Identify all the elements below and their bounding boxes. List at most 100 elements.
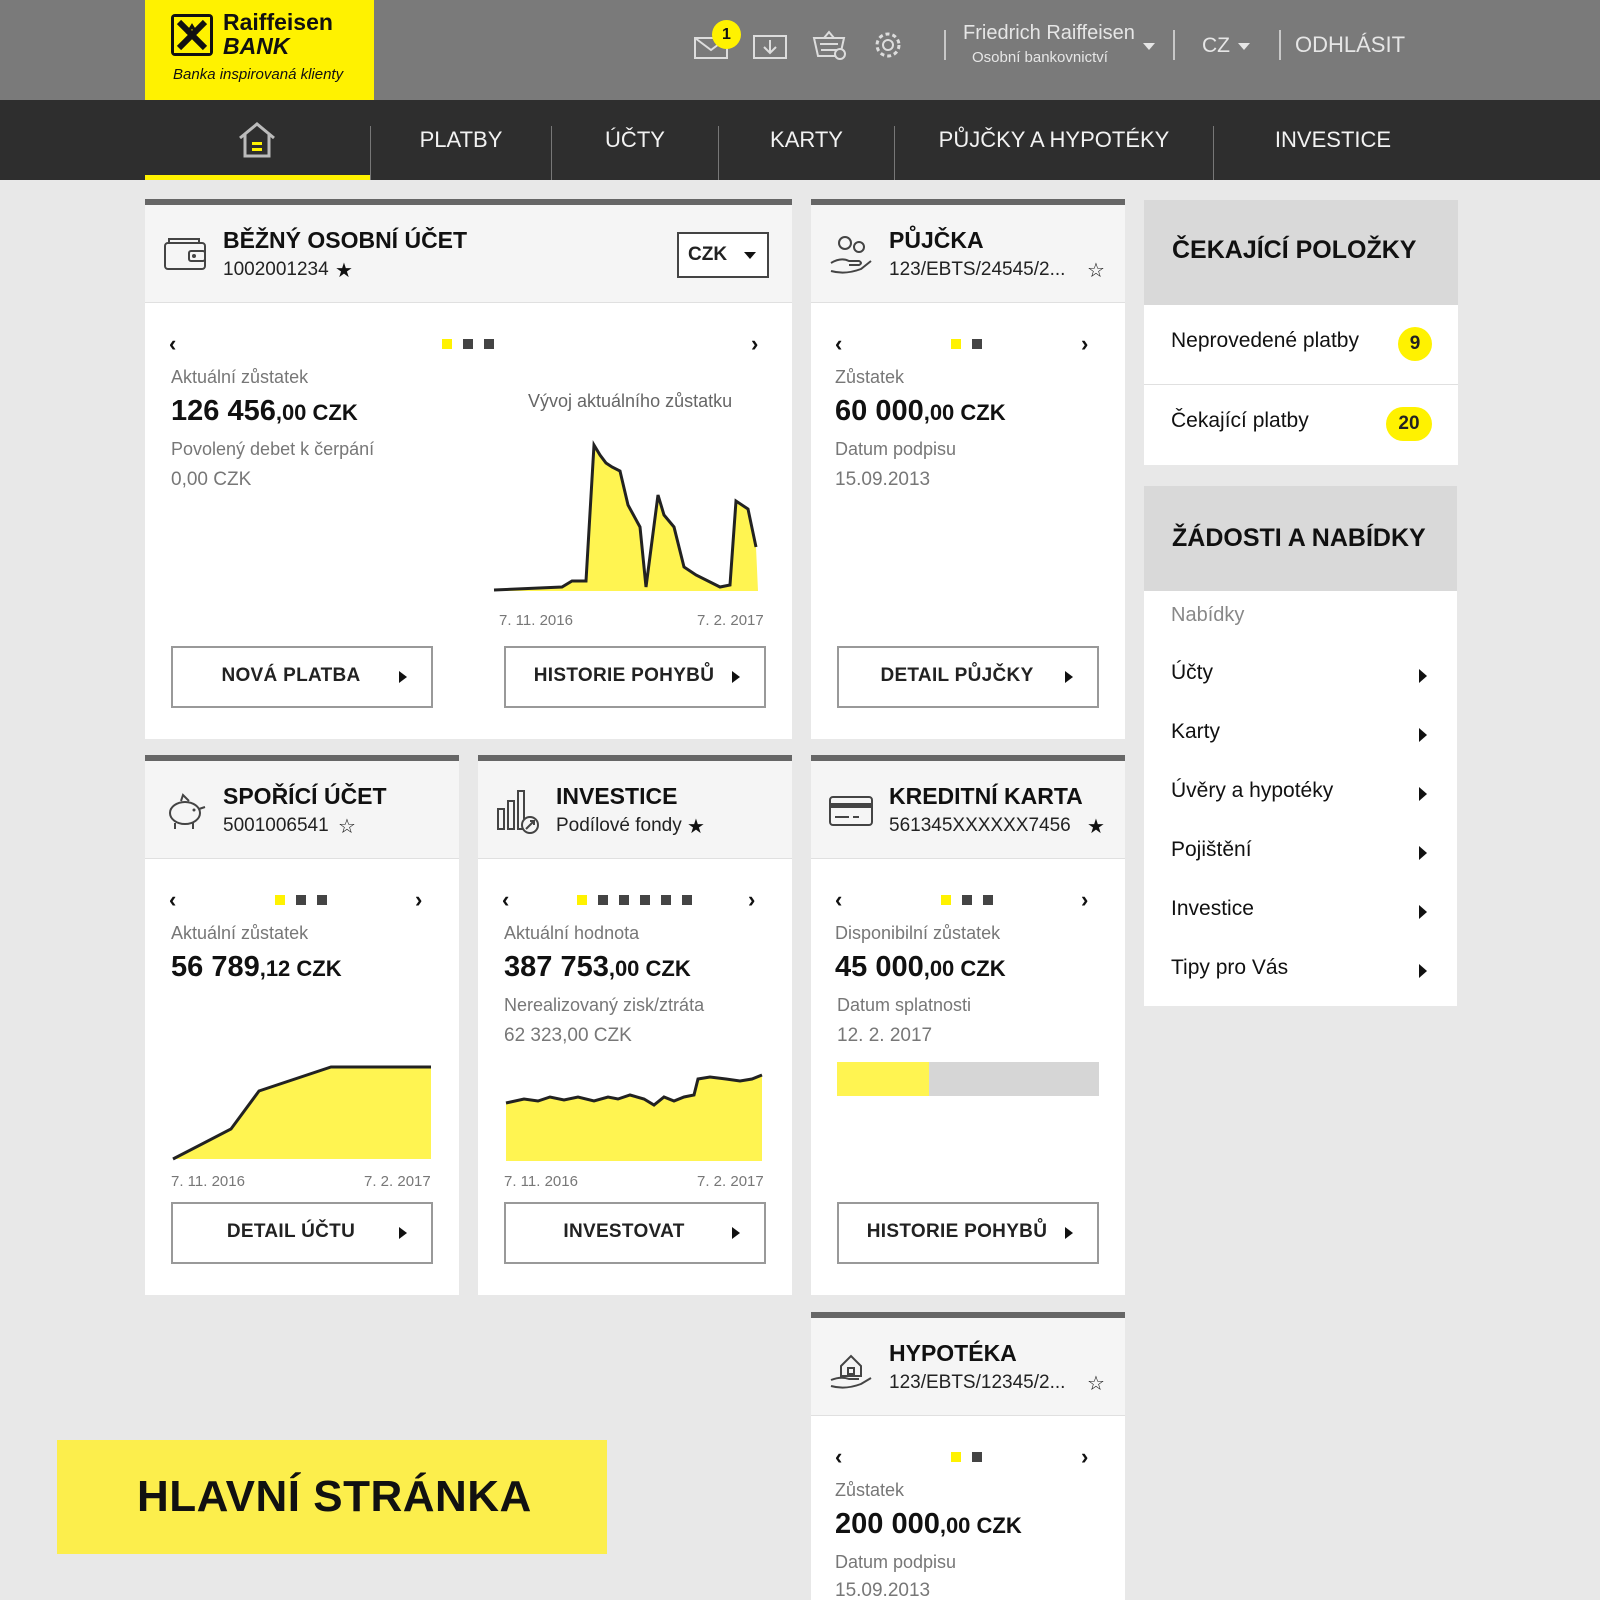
pending-row-waiting[interactable]: Čekající platby 20 [1144,384,1458,462]
prev-arrow-icon[interactable]: ‹ [835,1444,842,1470]
carousel-dot[interactable] [962,895,972,905]
carousel-dot[interactable] [317,895,327,905]
chevron-right-icon [732,671,740,683]
carousel-dot-active[interactable] [951,1452,961,1462]
nav-item-pujcky[interactable]: PŮJČKY A HYPOTÉKY [895,100,1213,180]
prev-arrow-icon[interactable]: ‹ [502,887,509,913]
invest-button[interactable]: INVESTOVAT [504,1202,766,1264]
carousel-dot[interactable] [296,895,306,905]
carousel-dot[interactable] [484,339,494,349]
carousel-dots[interactable] [951,1452,982,1462]
button-label: DETAIL ÚČTU [226,1221,356,1242]
carousel-dot[interactable] [682,895,692,905]
carousel-dot-active[interactable] [951,339,961,349]
offer-item-investice[interactable]: Investice [1144,887,1457,937]
basket-icon[interactable] [810,28,848,62]
language-selector[interactable]: CZ [1202,34,1230,58]
prev-arrow-icon[interactable]: ‹ [169,331,176,357]
next-arrow-icon[interactable]: › [415,887,422,913]
nav-item-ucty[interactable]: ÚČTY [552,100,718,180]
balance-main: 200 000 [835,1508,940,1540]
card-header: INVESTICE Podílové fondy ★ [478,761,792,859]
carousel-dot[interactable] [640,895,650,905]
carousel-dot-active[interactable] [941,895,951,905]
loan-detail-button[interactable]: DETAIL PŮJČKY [837,646,1099,708]
pending-row-unprocessed[interactable]: Neprovedené platby 9 [1144,305,1458,383]
piggy-bank-icon [169,793,206,829]
signing-date-label: Datum podpisu [835,1552,957,1572]
carousel-dot-active[interactable] [275,895,285,905]
favorite-star-icon[interactable]: ★ [1087,814,1105,839]
offer-item-uvery[interactable]: Úvěry a hypotéky [1144,769,1457,819]
currency-select[interactable]: CZK [677,232,769,278]
carousel-dot[interactable] [463,339,473,349]
new-payment-button[interactable]: NOVÁ PLATBA [171,646,433,708]
favorite-star-icon[interactable]: ★ [335,258,353,283]
chevron-right-icon [399,671,407,683]
language-chevron-icon[interactable] [1238,43,1250,50]
carousel-dot-active[interactable] [577,895,587,905]
carousel-dot[interactable] [661,895,671,905]
carousel-dots[interactable] [577,895,692,905]
carousel-dot[interactable] [619,895,629,905]
prev-arrow-icon[interactable]: ‹ [835,887,842,913]
user-menu-chevron-icon[interactable] [1143,43,1155,50]
gear-icon[interactable] [869,28,907,62]
credit-utilization-bar [837,1062,1099,1096]
logout-link[interactable]: ODHLÁSIT [1295,32,1405,58]
chart-x-start: 7. 11. 2016 [499,612,573,629]
bank-logo[interactable]: Raiffeisen BANK Banka inspirovaná klient… [145,0,374,100]
carousel-dot[interactable] [598,895,608,905]
offer-label: Karty [1171,720,1221,743]
prev-arrow-icon[interactable]: ‹ [169,887,176,913]
carousel-dots[interactable] [941,895,993,905]
download-icon[interactable] [751,28,789,62]
chevron-right-icon [732,1227,740,1239]
favorite-star-icon[interactable]: ☆ [1087,258,1105,283]
account-detail-button[interactable]: DETAIL ÚČTU [171,1202,433,1264]
balance-main: 126 456 [171,395,276,427]
card-header: PŮJČKA 123/EBTS/24545/2... ☆ [811,205,1125,303]
signing-date-value: 15.09.2013 [835,1580,931,1600]
carousel-dot-active[interactable] [442,339,452,349]
carousel-dot[interactable] [972,339,982,349]
transaction-history-button[interactable]: HISTORIE POHYBŮ [504,646,766,708]
chart-x-start: 7. 11. 2016 [504,1173,578,1190]
loan-card: PŮJČKA 123/EBTS/24545/2... ☆ ‹ › Zůstate… [811,199,1125,739]
carousel-dots[interactable] [442,339,494,349]
nav-item-investice[interactable]: INVESTICE [1214,100,1452,180]
next-arrow-icon[interactable]: › [1081,887,1088,913]
favorite-star-icon[interactable]: ★ [687,814,705,839]
pending-row-label: Čekající platby [1171,409,1309,432]
carousel-dot[interactable] [972,1452,982,1462]
balance-main: 45 000 [835,951,924,983]
next-arrow-icon[interactable]: › [1081,1444,1088,1470]
savings-account-card: SPOŘÍCÍ ÚČET 5001006541 ☆ ‹ › Aktuální z… [145,755,459,1295]
transaction-history-button[interactable]: HISTORIE POHYBŮ [837,1202,1099,1264]
carousel-dots[interactable] [951,339,982,349]
unrealized-pl-label: Nerealizovaný zisk/ztráta [504,995,705,1015]
offer-item-karty[interactable]: Karty [1144,710,1457,760]
offer-item-ucty[interactable]: Účty [1144,651,1457,701]
next-arrow-icon[interactable]: › [751,331,758,357]
offer-label: Účty [1171,661,1213,684]
next-arrow-icon[interactable]: › [1081,331,1088,357]
brand-bank: BANK [223,33,290,59]
prev-arrow-icon[interactable]: ‹ [835,331,842,357]
offer-item-tipy[interactable]: Tipy pro Vás [1144,946,1457,996]
card-title: SPOŘÍCÍ ÚČET [223,783,387,809]
panel-header: ČEKAJÍCÍ POLOŽKY [1144,200,1458,305]
carousel-dots[interactable] [275,895,327,905]
balance-main: 60 000 [835,395,924,427]
card-header: HYPOTÉKA 123/EBTS/12345/2... ☆ [811,1318,1125,1416]
carousel-dot[interactable] [983,895,993,905]
next-arrow-icon[interactable]: › [748,887,755,913]
nav-item-platby[interactable]: PLATBY [371,100,551,180]
offer-item-pojisteni[interactable]: Pojištění [1144,828,1457,878]
nav-item-karty[interactable]: KARTY [719,100,894,180]
balance-decimal: ,12 CZK [259,956,342,981]
favorite-star-icon[interactable]: ☆ [1087,1371,1105,1396]
nav-home[interactable] [145,100,370,180]
user-name[interactable]: Friedrich Raiffeisen [963,22,1135,45]
favorite-star-icon[interactable]: ☆ [338,814,356,839]
